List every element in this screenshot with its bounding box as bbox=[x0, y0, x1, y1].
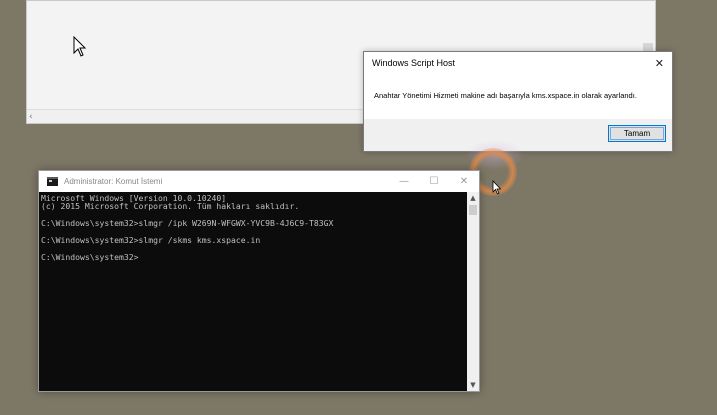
scroll-up-icon[interactable]: ▲ bbox=[467, 194, 479, 202]
scroll-thumb[interactable] bbox=[469, 205, 477, 215]
close-icon[interactable]: ✕ bbox=[655, 57, 664, 70]
console-line: (c) 2015 Microsoft Corporation. Tüm hakl… bbox=[41, 201, 300, 212]
console-output[interactable]: Microsoft Windows [Version 10.0.10240] (… bbox=[39, 192, 467, 391]
ok-button[interactable]: Tamam bbox=[608, 125, 666, 142]
cmd-titlebar[interactable]: Administrator: Komut İstemi — ☐ ✕ bbox=[39, 171, 479, 192]
console-line: C:\Windows\system32>slmgr /ipk W269N-WFG… bbox=[41, 218, 334, 229]
cmd-vscrollbar[interactable]: ▲ ▼ bbox=[467, 192, 479, 391]
dialog-body: Anahtar Yönetimi Hizmeti makine adı başa… bbox=[364, 74, 672, 119]
minimize-icon[interactable]: — bbox=[389, 171, 419, 192]
maximize-icon[interactable]: ☐ bbox=[419, 171, 449, 192]
dialog-title: Windows Script Host bbox=[372, 58, 456, 68]
console-line: C:\Windows\system32>slmgr /skms kms.xspa… bbox=[41, 234, 261, 245]
scroll-down-icon[interactable]: ▼ bbox=[467, 381, 479, 389]
close-icon[interactable]: ✕ bbox=[449, 171, 479, 192]
command-prompt-window: Administrator: Komut İstemi — ☐ ✕ Micros… bbox=[38, 170, 480, 392]
cmd-title: Administrator: Komut İstemi bbox=[64, 177, 163, 186]
scroll-left-icon[interactable]: ‹ bbox=[29, 110, 33, 124]
mouse-pointer-icon bbox=[73, 36, 87, 57]
console-prompt-line: C:\Windows\system32> bbox=[41, 251, 139, 262]
mouse-pointer-icon bbox=[492, 180, 502, 195]
window-controls: — ☐ ✕ bbox=[389, 171, 479, 192]
windows-script-host-dialog: Windows Script Host ✕ Anahtar Yönetimi H… bbox=[363, 51, 673, 152]
dialog-titlebar[interactable]: Windows Script Host ✕ bbox=[364, 52, 672, 74]
dialog-message: Anahtar Yönetimi Hizmeti makine adı başa… bbox=[374, 91, 637, 100]
console-icon bbox=[47, 177, 58, 186]
